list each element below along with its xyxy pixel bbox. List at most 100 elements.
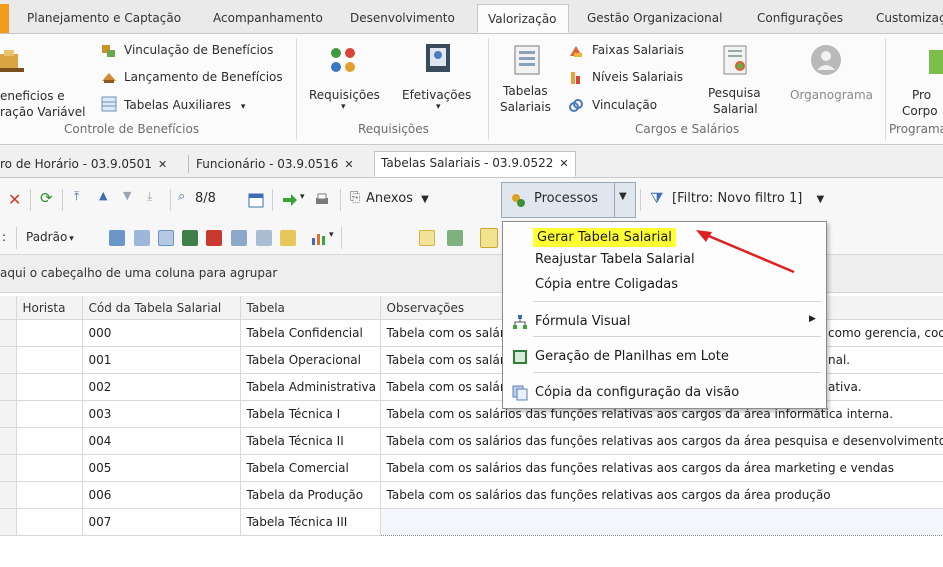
tab-gestao-organizacional[interactable]: Gestão Organizacional bbox=[587, 0, 722, 33]
panel-icon[interactable] bbox=[480, 228, 498, 248]
menu-item-gerar-tabela-salarial[interactable]: Gerar Tabela Salarial bbox=[533, 228, 676, 247]
cod-cell[interactable]: 005 bbox=[82, 454, 241, 482]
last-record-icon[interactable]: ⤓ bbox=[147, 189, 152, 204]
beneficios-label-2[interactable]: ração Variável bbox=[0, 105, 85, 119]
tabela-cell[interactable]: Tabela Operacional bbox=[240, 346, 381, 374]
row-indicator[interactable] bbox=[0, 454, 17, 482]
tabelas-salariais-label-2[interactable]: Salariais bbox=[500, 100, 551, 114]
view-padrao-select[interactable]: Padrão ▾ bbox=[26, 230, 74, 244]
doc-tab-funcionario[interactable]: Funcionário - 03.9.0516 ✕ bbox=[196, 153, 354, 177]
horista-cell[interactable] bbox=[16, 454, 83, 482]
refresh-icon[interactable]: ⟳ bbox=[40, 189, 53, 207]
tabela-cell[interactable]: Tabela Confidencial bbox=[240, 319, 381, 347]
tab-acompanhamento[interactable]: Acompanhamento bbox=[213, 0, 323, 33]
app-menu-button[interactable] bbox=[0, 4, 9, 33]
tab-configuracoes[interactable]: Configurações bbox=[757, 0, 843, 33]
pesquisa-salarial-label-2[interactable]: Salarial bbox=[713, 102, 758, 116]
columns-icon[interactable] bbox=[256, 230, 272, 246]
edit-view-icon[interactable] bbox=[280, 230, 296, 246]
layout-icon[interactable] bbox=[231, 230, 247, 246]
observacoes-cell[interactable]: Tabela com os salários das funções relat… bbox=[380, 427, 943, 455]
delete-icon[interactable]: ✕ bbox=[8, 190, 21, 209]
import-icon[interactable] bbox=[206, 230, 222, 246]
tabela-cell[interactable]: Tabela Administrativa bbox=[240, 373, 381, 401]
menu-item-copia-configuracao[interactable]: Cópia da configuração da visão bbox=[535, 385, 739, 400]
tab-planejamento[interactable]: Planejamento e Captação bbox=[27, 0, 181, 33]
column-header-horista[interactable]: Horista bbox=[16, 296, 83, 320]
calendar-icon[interactable] bbox=[248, 192, 264, 208]
beneficios-label-1[interactable]: eneficios e bbox=[0, 89, 65, 103]
row-indicator[interactable] bbox=[0, 427, 17, 455]
previous-record-icon[interactable]: ▲ bbox=[99, 189, 107, 202]
vinculacao-beneficios-button[interactable]: Vinculação de Benefícios bbox=[124, 43, 273, 57]
grid-view-icon[interactable] bbox=[109, 230, 125, 246]
go-arrow-icon[interactable] bbox=[282, 192, 298, 208]
table-row[interactable]: 005 Tabela Comercial Tabela com os salár… bbox=[0, 454, 943, 482]
tabela-cell[interactable]: Tabela Técnica III bbox=[240, 508, 381, 536]
tabela-cell[interactable]: Tabela da Produção bbox=[240, 481, 381, 509]
cod-cell[interactable]: 000 bbox=[82, 319, 241, 347]
row-indicator[interactable] bbox=[0, 481, 17, 509]
horista-cell[interactable] bbox=[16, 346, 83, 374]
tabelas-auxiliares-button[interactable]: Tabelas Auxiliares ▾ bbox=[124, 98, 245, 112]
observacoes-cell[interactable]: Tabela com os salários das funções relat… bbox=[380, 454, 943, 482]
panel-icon[interactable] bbox=[419, 230, 435, 246]
menu-item-copia-coligadas[interactable]: Cópia entre Coligadas bbox=[535, 277, 678, 292]
column-header-tabela[interactable]: Tabela bbox=[240, 296, 381, 320]
doc-tab-tabelas-salariais[interactable]: Tabelas Salariais - 03.9.0522 ✕ bbox=[374, 151, 576, 177]
requisicoes-button[interactable]: Requisições bbox=[309, 88, 380, 102]
tabela-cell[interactable]: Tabela Técnica I bbox=[240, 400, 381, 428]
cod-cell[interactable]: 001 bbox=[82, 346, 241, 374]
binoculars-icon[interactable]: ⌕ bbox=[178, 189, 185, 204]
efetivacoes-button[interactable]: Efetivações bbox=[402, 88, 471, 102]
next-record-icon[interactable]: ▼ bbox=[123, 189, 131, 202]
column-header-cod[interactable]: Cód da Tabela Salarial bbox=[82, 296, 241, 320]
observacoes-cell[interactable]: Tabela com os salários das funções relat… bbox=[380, 481, 943, 509]
cod-cell[interactable]: 002 bbox=[82, 373, 241, 401]
first-record-icon[interactable]: ⤒ bbox=[74, 189, 79, 204]
close-icon[interactable]: ✕ bbox=[344, 158, 353, 171]
chart-icon[interactable] bbox=[311, 230, 327, 246]
chevron-down-icon[interactable]: ▾ bbox=[329, 230, 334, 240]
tab-valorizacao[interactable]: Valorização bbox=[477, 4, 569, 33]
horista-cell[interactable] bbox=[16, 400, 83, 428]
table-row[interactable]: 007 Tabela Técnica III bbox=[0, 508, 943, 536]
chevron-down-icon[interactable]: ▼ bbox=[619, 191, 627, 202]
cod-cell[interactable]: 004 bbox=[82, 427, 241, 455]
programa-label-1[interactable]: Pro bbox=[912, 88, 931, 102]
horista-cell[interactable] bbox=[16, 481, 83, 509]
horista-cell[interactable] bbox=[16, 319, 83, 347]
table-row[interactable]: 006 Tabela da Produção Tabela com os sal… bbox=[0, 481, 943, 509]
doc-tab-horario[interactable]: ro de Horário - 03.9.0501 ✕ bbox=[0, 153, 167, 177]
menu-item-reajustar-tabela-salarial[interactable]: Reajustar Tabela Salarial bbox=[535, 252, 695, 267]
niveis-salariais-button[interactable]: Níveis Salariais bbox=[592, 70, 683, 84]
cod-cell[interactable]: 007 bbox=[82, 508, 241, 536]
panel-icon[interactable] bbox=[447, 230, 463, 246]
cod-cell[interactable]: 003 bbox=[82, 400, 241, 428]
vinculacao-button[interactable]: Vinculação bbox=[592, 98, 657, 112]
filter-icon[interactable]: ⧩ bbox=[650, 189, 663, 207]
tabelas-salariais-label-1[interactable]: Tabelas bbox=[503, 84, 548, 98]
form-view-icon[interactable] bbox=[158, 230, 174, 246]
programa-label-2[interactable]: Corpo bbox=[902, 104, 938, 118]
pesquisa-salarial-label-1[interactable]: Pesquisa bbox=[708, 86, 761, 100]
cod-cell[interactable]: 006 bbox=[82, 481, 241, 509]
row-indicator[interactable] bbox=[0, 373, 17, 401]
faixas-salariais-button[interactable]: Faixas Salariais bbox=[592, 43, 684, 57]
row-indicator[interactable] bbox=[0, 508, 17, 536]
tab-customizacao[interactable]: Customizaç bbox=[876, 0, 943, 33]
row-indicator[interactable] bbox=[0, 400, 17, 428]
export-icon[interactable] bbox=[182, 230, 198, 246]
horista-cell[interactable] bbox=[16, 373, 83, 401]
observacoes-cell[interactable] bbox=[379, 508, 943, 536]
print-icon[interactable] bbox=[314, 192, 330, 208]
row-indicator[interactable] bbox=[0, 319, 17, 347]
chevron-down-icon[interactable]: ▾ bbox=[300, 192, 305, 202]
tabela-cell[interactable]: Tabela Técnica II bbox=[240, 427, 381, 455]
tabela-cell[interactable]: Tabela Comercial bbox=[240, 454, 381, 482]
filter-selector[interactable]: [Filtro: Novo filtro 1] ▼ bbox=[672, 191, 824, 206]
row-indicator[interactable] bbox=[0, 346, 17, 374]
table-row[interactable]: 004 Tabela Técnica II Tabela com os salá… bbox=[0, 427, 943, 455]
tab-desenvolvimento[interactable]: Desenvolvimento bbox=[350, 0, 455, 33]
list-view-icon[interactable] bbox=[134, 230, 150, 246]
